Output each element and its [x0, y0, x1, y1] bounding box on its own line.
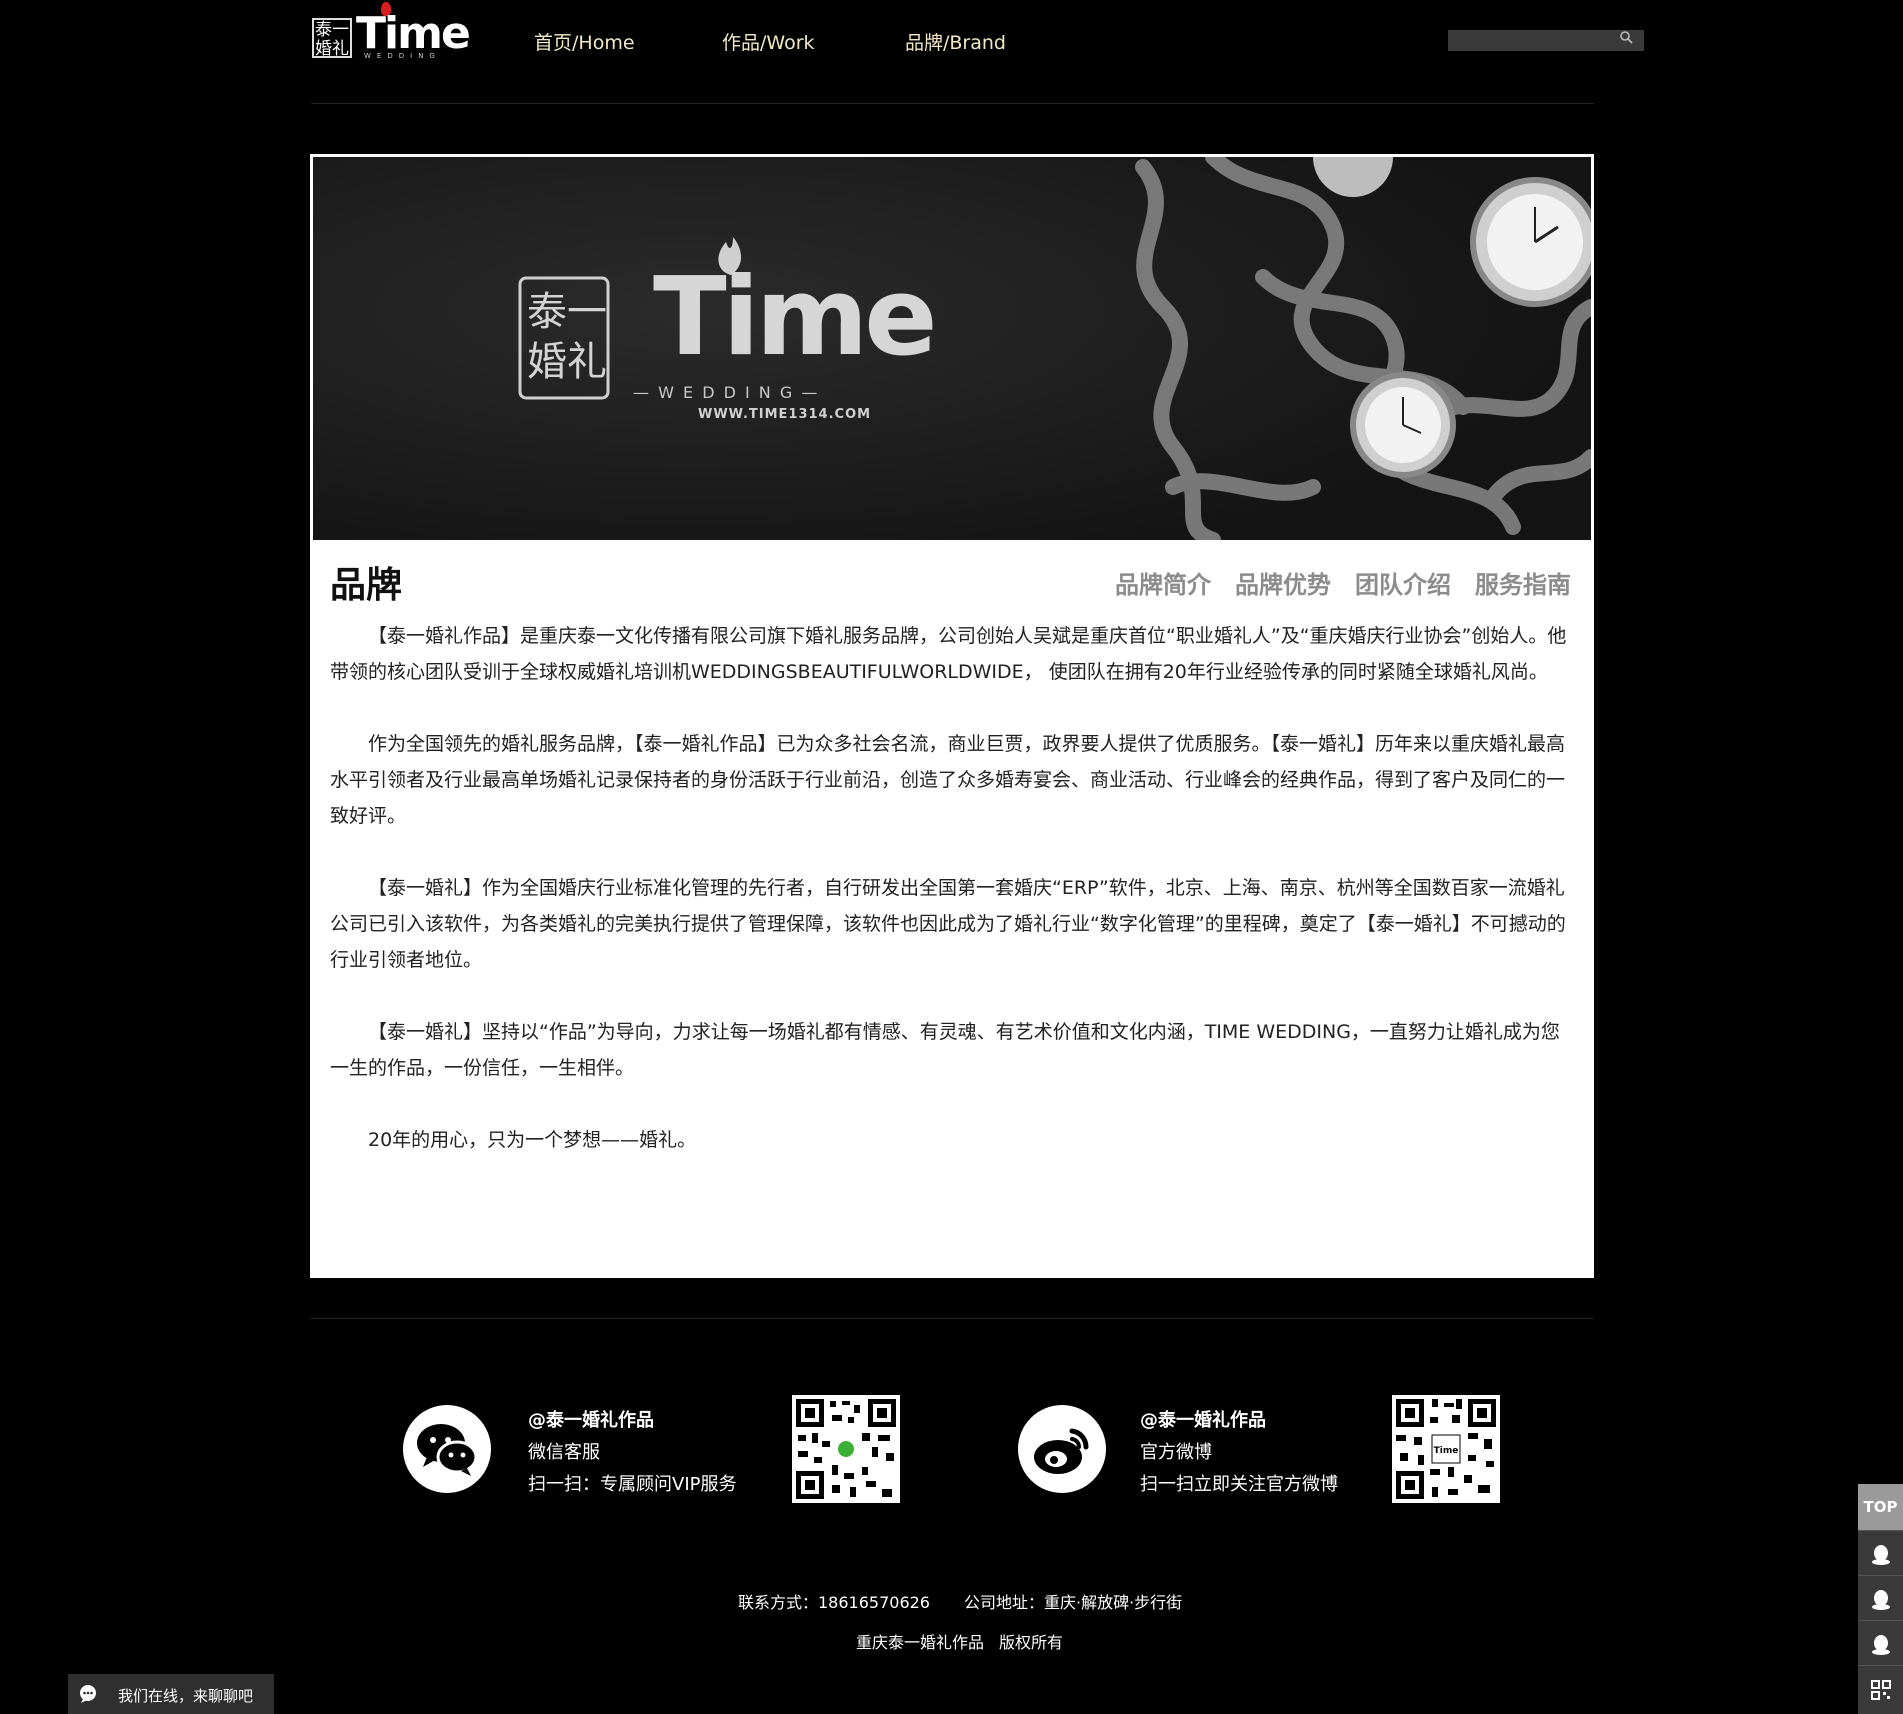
- qr-code-icon[interactable]: [1858, 1665, 1903, 1710]
- qq-icon[interactable]: [1858, 1530, 1903, 1575]
- header-divider: [311, 103, 1594, 104]
- nav-work[interactable]: 作品/Work: [722, 28, 815, 55]
- banner-art: [313, 157, 1591, 540]
- footer-divider: [311, 1318, 1594, 1319]
- wechat-service-label: 微信客服: [528, 1442, 600, 1463]
- wechat-qr-code: [792, 1395, 900, 1503]
- logo-subtitle: WEDDING: [364, 52, 441, 60]
- brand-description: 【泰一婚礼作品】是重庆泰一文化传播有限公司旗下婚礼服务品牌，公司创始人吴斌是重庆…: [330, 618, 1572, 1194]
- weibo-qr-code: Time: [1392, 1395, 1500, 1503]
- weibo-icon: [1018, 1405, 1106, 1493]
- svg-text:Time: Time: [1434, 1446, 1459, 1456]
- wechat-icon: [403, 1405, 491, 1493]
- brand-panel: 泰一婚礼 Time — W E D D I N G — WWW.TIME1314…: [310, 154, 1594, 1278]
- banner-url: WWW.TIME1314.COM: [698, 407, 872, 422]
- nav-home[interactable]: 首页/Home: [534, 28, 635, 55]
- chat-label: 我们在线，来聊聊吧: [118, 1687, 254, 1705]
- paragraph: 【泰一婚礼】坚持以“作品”为导向，力求让每一场婚礼都有情感、有灵魂、有艺术价值和…: [330, 1021, 1560, 1079]
- qq-icon[interactable]: [1858, 1575, 1903, 1620]
- copyright-name: 重庆泰一婚礼作品: [856, 1633, 985, 1652]
- site-logo[interactable]: 泰一婚礼 Time WEDDING: [312, 2, 472, 60]
- online-chat-widget[interactable]: 我们在线，来聊聊吧: [68, 1674, 274, 1714]
- copyright-text: 版权所有: [999, 1633, 1064, 1652]
- paragraph: 20年的用心，只为一个梦想——婚礼。: [368, 1129, 697, 1151]
- weibo-account-name: @泰一婚礼作品: [1140, 1410, 1266, 1431]
- chat-bubble-icon: [78, 1684, 98, 1704]
- contact-phone: 联系方式：18616570626: [738, 1593, 930, 1612]
- wechat-account-name: @泰一婚礼作品: [528, 1410, 654, 1431]
- banner-logo-word: Time: [653, 255, 937, 380]
- paragraph: 作为全国领先的婚礼服务品牌，【泰一婚礼作品】已为众多社会名流，商业巨贾，政界要人…: [330, 733, 1566, 827]
- logo-box-text: 泰一婚礼: [312, 18, 352, 59]
- back-to-top-button[interactable]: TOP: [1858, 1484, 1903, 1530]
- banner-logo-sub: — W E D D I N G —: [633, 383, 820, 402]
- weibo-scan-text: 扫一扫立即关注官方微博: [1140, 1474, 1338, 1495]
- subnav-advantages[interactable]: 品牌优势: [1235, 565, 1331, 600]
- paragraph: 【泰一婚礼作品】是重庆泰一文化传播有限公司旗下婚礼服务品牌，公司创始人吴斌是重庆…: [330, 625, 1567, 683]
- paragraph: 【泰一婚礼】作为全国婚庆行业标准化管理的先行者，自行研发出全国第一套婚庆“ERP…: [330, 877, 1566, 971]
- wechat-scan-text: 扫一扫：专属顾问VIP服务: [528, 1474, 737, 1495]
- subnav-intro[interactable]: 品牌简介: [1115, 565, 1211, 600]
- search-icon[interactable]: [1618, 31, 1634, 47]
- subnav-team[interactable]: 团队介绍: [1355, 565, 1451, 600]
- banner-logo-box: 泰一婚礼: [527, 289, 607, 385]
- subnav-guide[interactable]: 服务指南: [1475, 565, 1571, 600]
- nav-brand[interactable]: 品牌/Brand: [905, 28, 1006, 55]
- company-address: 公司地址：重庆·解放碑·步行街: [964, 1593, 1183, 1612]
- search-input[interactable]: [1448, 30, 1644, 51]
- brand-banner: 泰一婚礼 Time — W E D D I N G — WWW.TIME1314…: [313, 157, 1591, 540]
- qq-icon[interactable]: [1858, 1620, 1903, 1665]
- floating-sidebar: TOP: [1858, 1484, 1903, 1714]
- page-title: 品牌: [330, 565, 403, 606]
- weibo-label: 官方微博: [1140, 1442, 1212, 1463]
